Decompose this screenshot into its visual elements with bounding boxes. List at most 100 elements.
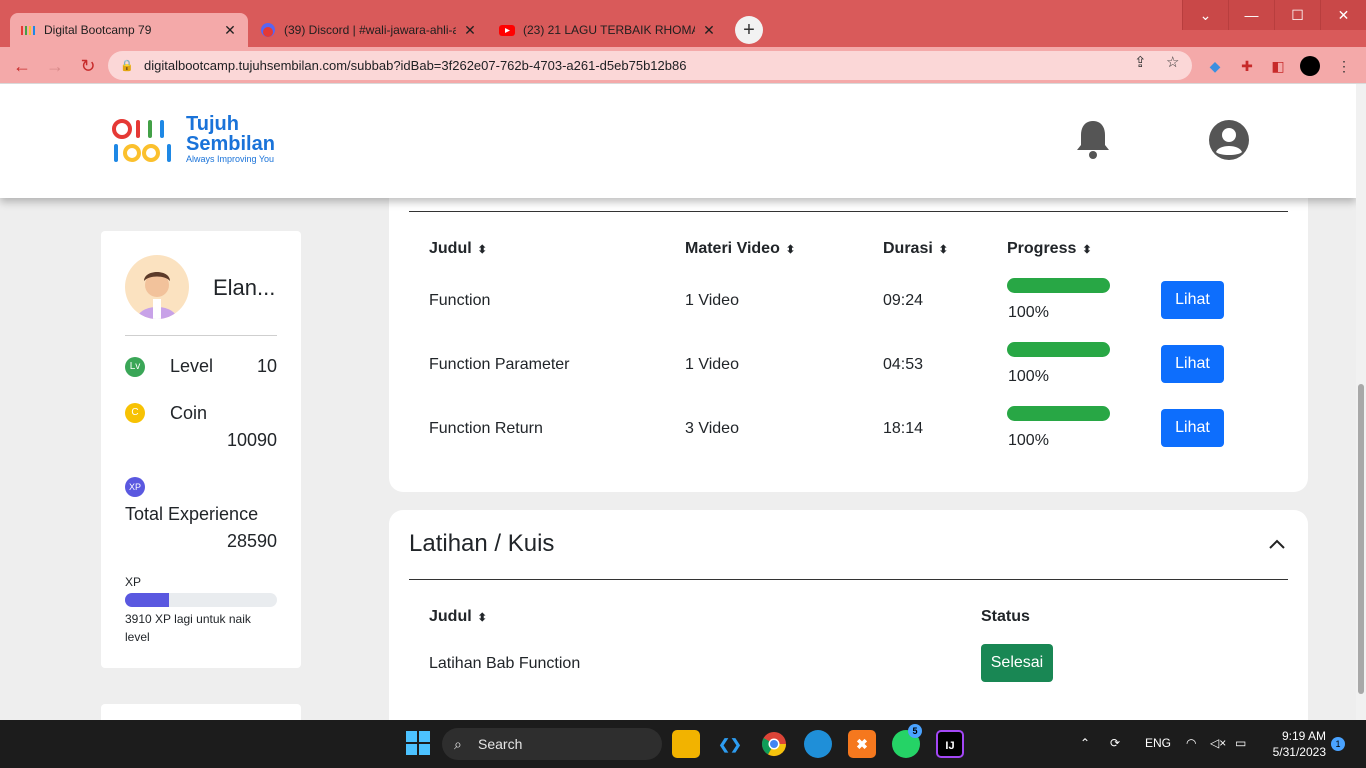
- volume-muted-icon[interactable]: ◁×: [1210, 736, 1226, 750]
- sort-icon[interactable]: ⬍: [786, 244, 795, 256]
- browser-toolbar: ← → ↻ 🔒 digitalbootcamp.tujuhsembilan.co…: [0, 47, 1366, 84]
- profile-icon[interactable]: [1300, 56, 1320, 76]
- divider: [409, 211, 1288, 212]
- notification-count-badge[interactable]: 1: [1331, 737, 1345, 751]
- reload-icon[interactable]: ↻: [75, 53, 101, 79]
- sort-icon[interactable]: ⬍: [1082, 244, 1091, 256]
- scrollbar-thumb[interactable]: [1358, 384, 1364, 694]
- user-name: Elan...: [213, 275, 276, 300]
- wifi-icon[interactable]: ◠: [1186, 736, 1196, 750]
- row-materi: 3 Video: [685, 420, 739, 437]
- system-clock[interactable]: 9:19 AM 5/31/2023: [1262, 728, 1326, 760]
- logo-wordmark[interactable]: Tujuh Sembilan Always Improving You: [186, 114, 275, 164]
- battery-icon[interactable]: ▭: [1235, 736, 1246, 750]
- taskbar-search[interactable]: ⌕ Search: [442, 728, 662, 760]
- maximize-button[interactable]: ☐: [1274, 0, 1320, 30]
- tab-title: (23) 21 LAGU TERBAIK RHOMA IR: [523, 23, 695, 37]
- windows-start-icon[interactable]: [404, 730, 432, 758]
- edge-icon[interactable]: [804, 730, 832, 758]
- bookmark-star-icon[interactable]: ☆: [1166, 53, 1179, 71]
- whatsapp-icon[interactable]: 5: [892, 724, 922, 758]
- row-materi: 1 Video: [685, 356, 739, 373]
- extension-icon[interactable]: ◆: [1205, 56, 1225, 76]
- intellij-icon[interactable]: IJ: [936, 730, 964, 758]
- tujuh-sembilan-favicon-icon: [20, 22, 36, 38]
- language-indicator[interactable]: ENG: [1145, 736, 1171, 750]
- close-tab-icon[interactable]: ✕: [462, 22, 478, 39]
- show-hidden-icons[interactable]: ⌃: [1080, 736, 1090, 750]
- section-title: Latihan / Kuis: [409, 530, 555, 557]
- avatar: [125, 255, 189, 319]
- status-selesai-button[interactable]: Selesai: [981, 644, 1053, 682]
- row-durasi: 18:14: [883, 420, 924, 437]
- close-tab-icon[interactable]: ✕: [222, 22, 238, 39]
- column-header-durasi[interactable]: Durasi ⬍: [883, 240, 948, 258]
- total-experience-label: Total Experience: [125, 504, 259, 524]
- xampp-icon[interactable]: ✖: [848, 730, 876, 758]
- minimize-button[interactable]: —: [1228, 0, 1274, 30]
- tab-youtube[interactable]: (23) 21 LAGU TERBAIK RHOMA IR ✕: [489, 13, 727, 47]
- profile-card: Elan... Lv Level 10 C Coin 10090 XP Tota…: [101, 231, 301, 668]
- user-account-icon[interactable]: [1209, 120, 1249, 160]
- logo-line1: Tujuh: [186, 113, 239, 135]
- total-experience-value: 28590: [226, 531, 277, 551]
- logo-tagline: Always Improving You: [186, 154, 275, 164]
- search-icon: ⌕: [454, 736, 462, 752]
- vscode-icon[interactable]: ❮❯: [716, 730, 744, 758]
- forward-icon[interactable]: →: [42, 53, 68, 79]
- side-panel-icon[interactable]: ◧: [1268, 56, 1288, 76]
- back-icon[interactable]: ←: [9, 53, 35, 79]
- clock-time: 9:19 AM: [1281, 729, 1326, 743]
- chevron-up-icon[interactable]: [1267, 534, 1287, 554]
- column-header-materi-video[interactable]: Materi Video ⬍: [685, 240, 795, 258]
- sort-icon[interactable]: ⬍: [478, 244, 487, 256]
- column-header-judul[interactable]: Judul ⬍: [429, 240, 487, 258]
- row-progress: 100%: [1008, 304, 1049, 321]
- row-progress: 100%: [1008, 368, 1049, 385]
- lihat-button[interactable]: Lihat: [1161, 345, 1224, 383]
- file-explorer-icon[interactable]: [672, 730, 700, 758]
- row-progress: 100%: [1008, 432, 1049, 449]
- sort-icon[interactable]: ⬍: [939, 244, 948, 256]
- tab-title: Digital Bootcamp 79: [44, 23, 152, 37]
- row-durasi: 04:53: [883, 356, 924, 373]
- column-header-judul[interactable]: Judul ⬍: [429, 608, 487, 626]
- sync-icon[interactable]: ⟳: [1110, 736, 1120, 750]
- xp-bar-label: XP: [125, 575, 142, 589]
- discord-icon: [260, 22, 276, 38]
- tab-discord[interactable]: (39) Discord | #wali-jawara-ahli-a ✕: [250, 13, 488, 47]
- lihat-button[interactable]: Lihat: [1161, 409, 1224, 447]
- header-label: Materi Video: [685, 240, 780, 257]
- xp-progress-fill: [125, 593, 170, 607]
- new-tab-button[interactable]: +: [735, 16, 763, 44]
- lihat-button[interactable]: Lihat: [1161, 281, 1224, 319]
- column-header-status: Status: [981, 608, 1030, 625]
- sort-icon[interactable]: ⬍: [478, 612, 487, 624]
- share-icon[interactable]: ⇪: [1134, 53, 1147, 71]
- chrome-icon[interactable]: [760, 730, 788, 758]
- address-bar[interactable]: 🔒 digitalbootcamp.tujuhsembilan.com/subb…: [108, 51, 1192, 80]
- browser-tab-bar: Digital Bootcamp 79 ✕ (39) Discord | #wa…: [0, 0, 1366, 47]
- close-tab-icon[interactable]: ✕: [701, 22, 717, 39]
- windows-taskbar: ⌕ Search ❮❯ ✖ 5 IJ ⌃ ⟳ ENG ◠ ◁× ▭ 9:19 A…: [0, 720, 1366, 768]
- progress-bar: [1007, 278, 1110, 293]
- tujuh-sembilan-logo-icon[interactable]: [112, 118, 180, 164]
- search-label: Search: [478, 736, 523, 752]
- divider: [409, 579, 1288, 580]
- notification-bell-icon[interactable]: [1074, 118, 1112, 160]
- coin-value: 10090: [226, 430, 277, 450]
- coin-badge-icon: C: [125, 403, 145, 423]
- close-window-button[interactable]: ✕: [1320, 0, 1366, 30]
- row-judul: Function: [429, 292, 491, 309]
- tab-digital-bootcamp[interactable]: Digital Bootcamp 79 ✕: [10, 13, 248, 47]
- progress-bar: [1007, 406, 1110, 421]
- secondary-card: [101, 704, 301, 720]
- lock-icon: 🔒: [120, 60, 134, 72]
- row-materi: 1 Video: [685, 292, 739, 309]
- extensions-puzzle-icon[interactable]: ✚: [1237, 56, 1257, 76]
- menu-kebab-icon[interactable]: ⋮: [1334, 56, 1354, 76]
- tab-search-icon[interactable]: ⌄: [1182, 0, 1228, 30]
- column-header-progress[interactable]: Progress ⬍: [1007, 240, 1092, 258]
- header-label: Progress: [1007, 240, 1077, 257]
- page-scrollbar[interactable]: [1356, 84, 1366, 720]
